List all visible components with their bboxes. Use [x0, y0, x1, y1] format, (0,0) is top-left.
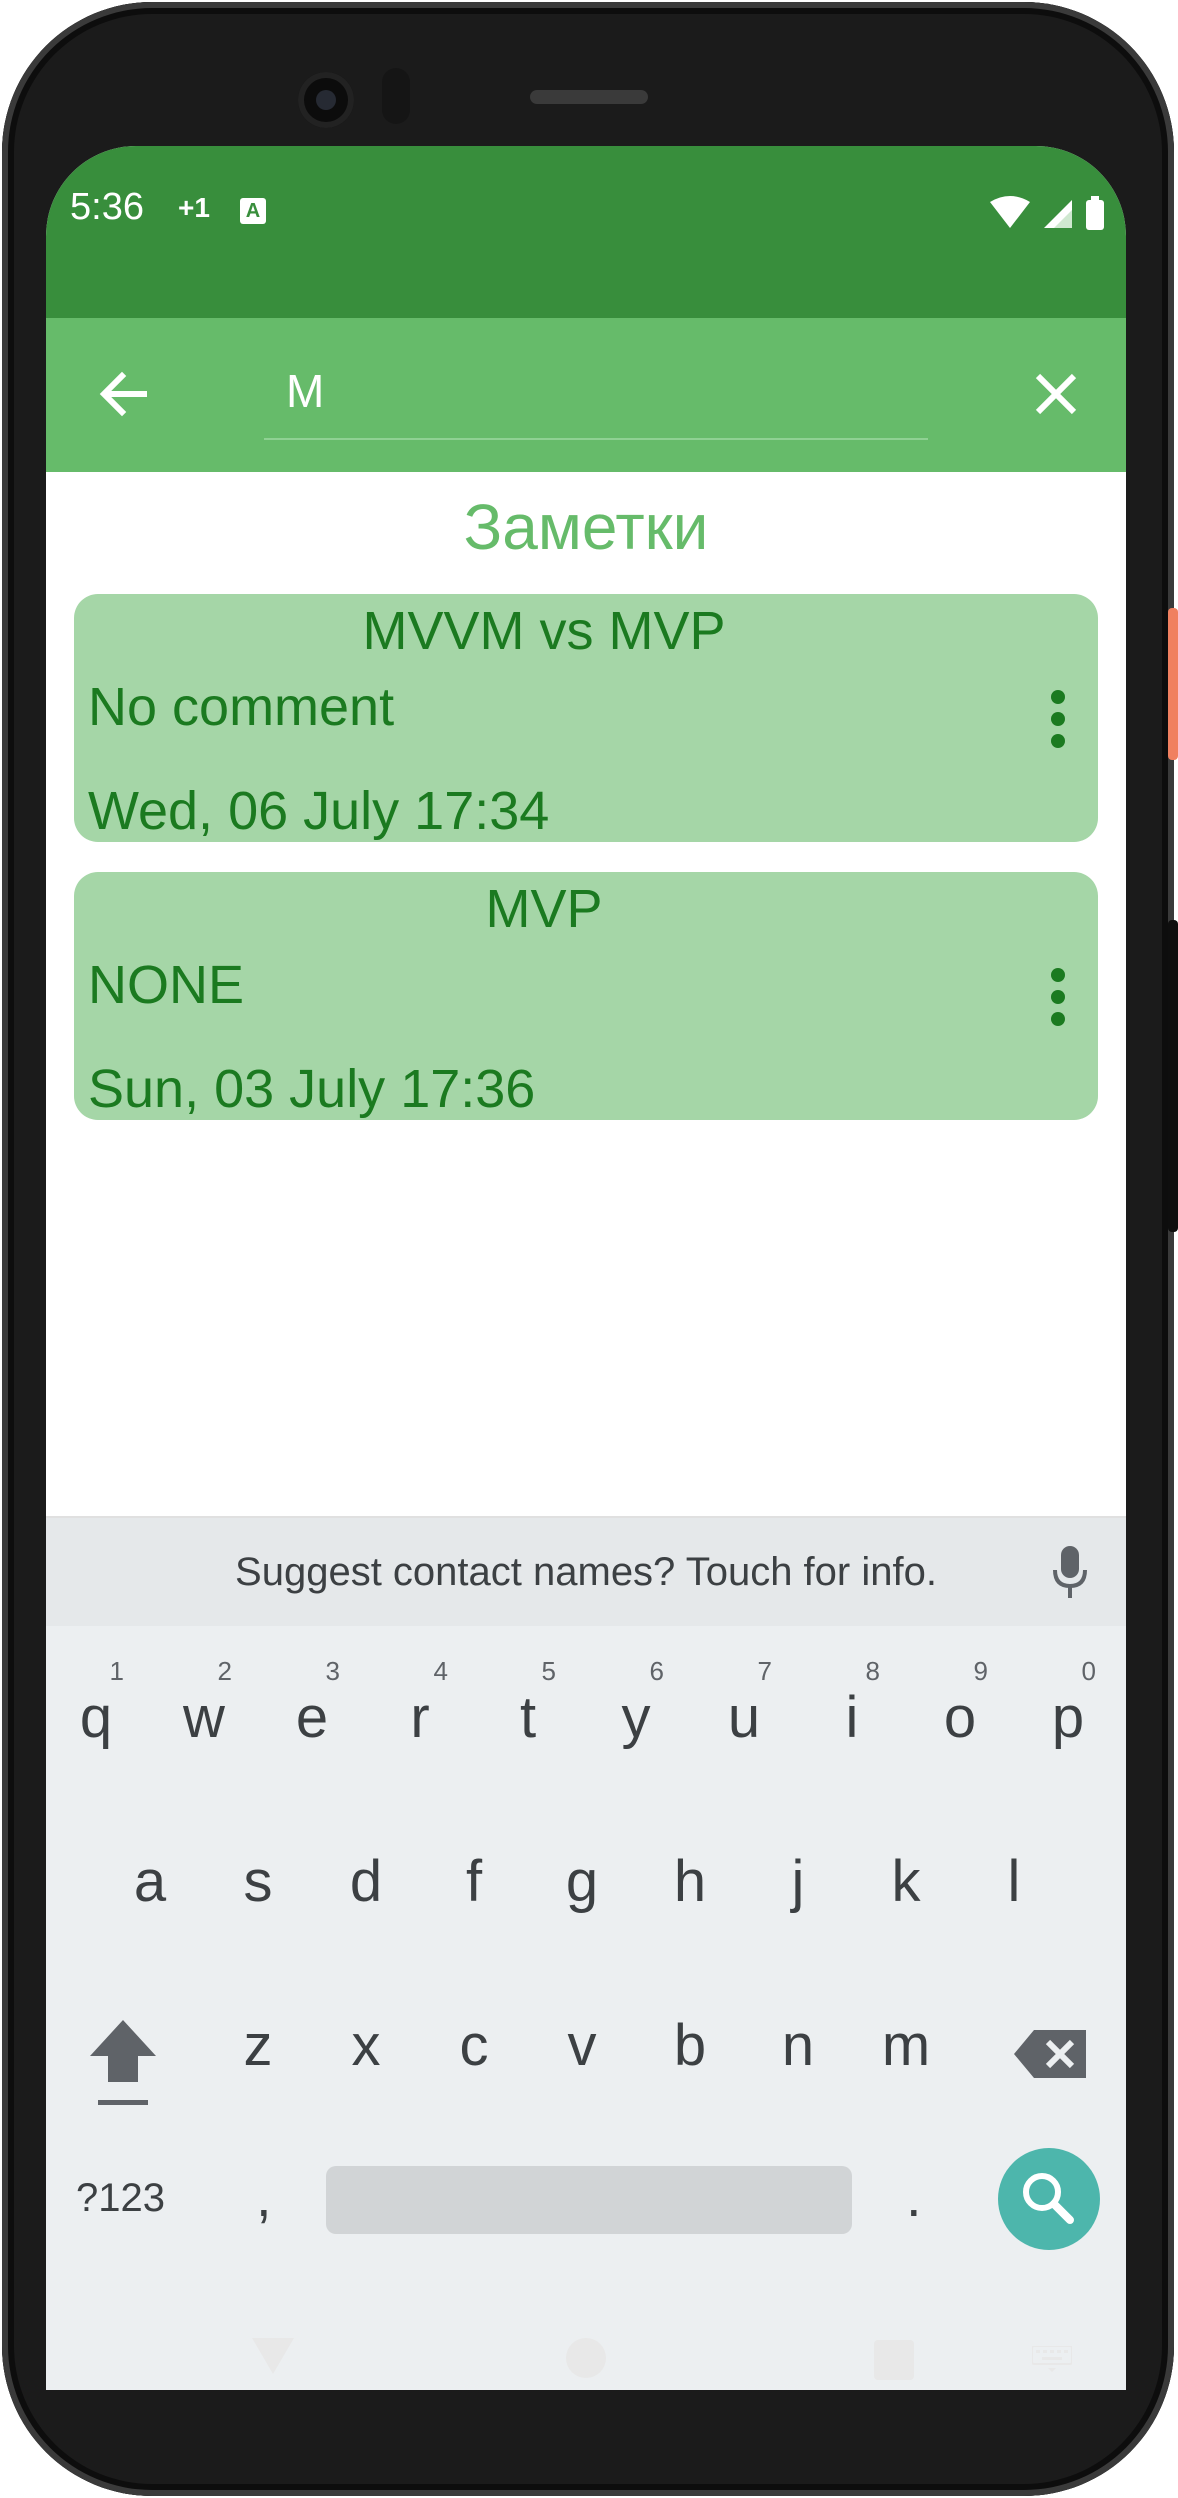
- comma-key[interactable]: ,: [256, 2164, 272, 2229]
- note-title: MVP: [485, 879, 603, 939]
- page-title: Заметки: [463, 491, 709, 563]
- search-key[interactable]: [998, 2148, 1100, 2250]
- key-y[interactable]: y6: [588, 1640, 684, 1780]
- shift-key[interactable]: [80, 2012, 166, 2112]
- volume-button: [1168, 920, 1178, 1232]
- note-title: MVVM vs MVP: [362, 601, 726, 661]
- key-u[interactable]: u7: [696, 1640, 792, 1780]
- close-button[interactable]: [1024, 362, 1088, 426]
- nav-back-icon[interactable]: [250, 2336, 296, 2376]
- note-card[interactable]: MVP NONE Sun, 03 July 17:36: [74, 872, 1098, 1120]
- nav-recents-icon[interactable]: [874, 2340, 914, 2380]
- status-icons: [988, 194, 1106, 236]
- mic-icon[interactable]: [1052, 1546, 1088, 1600]
- key-e[interactable]: e3: [264, 1640, 360, 1780]
- status-time: 5:36: [70, 186, 144, 228]
- soft-keyboard: Suggest contact names? Touch for info. q…: [46, 1516, 1126, 2390]
- note-date: Wed, 06 July 17:34: [88, 781, 550, 841]
- key-p[interactable]: p0: [1020, 1640, 1116, 1780]
- key-o[interactable]: o9: [912, 1640, 1008, 1780]
- key-i[interactable]: i8: [804, 1640, 900, 1780]
- note-comment: NONE: [88, 955, 245, 1015]
- more-vert-icon[interactable]: [1038, 968, 1078, 1032]
- suggestion-bar[interactable]: Suggest contact names? Touch for info.: [46, 1516, 1126, 1626]
- power-button: [1168, 608, 1178, 760]
- key-m[interactable]: m: [858, 1968, 954, 2108]
- key-d[interactable]: d: [318, 1804, 414, 1944]
- key-s[interactable]: s: [210, 1804, 306, 1944]
- symbols-key[interactable]: ?123: [76, 2176, 165, 2221]
- key-j[interactable]: j: [750, 1804, 846, 1944]
- proximity-sensor: [382, 68, 410, 124]
- key-w[interactable]: w2: [156, 1640, 252, 1780]
- key-c[interactable]: c: [426, 1968, 522, 2108]
- key-x[interactable]: x: [318, 1968, 414, 2108]
- close-icon: [1035, 373, 1077, 415]
- suggestion-text: Suggest contact names? Touch for info.: [235, 1550, 937, 1594]
- search-input[interactable]: [264, 344, 928, 440]
- key-r[interactable]: r4: [372, 1640, 468, 1780]
- space-key[interactable]: [326, 2166, 852, 2234]
- search-icon: [1023, 2173, 1074, 2224]
- period-key[interactable]: .: [906, 2164, 922, 2229]
- backspace-key[interactable]: [1012, 2024, 1092, 2084]
- back-button[interactable]: [92, 362, 156, 426]
- backspace-icon: [1014, 2030, 1086, 2078]
- wifi-signal-battery-icon: [990, 196, 1104, 230]
- arrow-left-icon: [99, 371, 147, 417]
- key-l[interactable]: l: [966, 1804, 1062, 1944]
- keyboard-switch-icon[interactable]: [1032, 2346, 1072, 2372]
- key-n[interactable]: n: [750, 1968, 846, 2108]
- key-a[interactable]: a: [102, 1804, 198, 1944]
- key-v[interactable]: v: [534, 1968, 630, 2108]
- key-g[interactable]: g: [534, 1804, 630, 1944]
- front-camera: [298, 72, 354, 128]
- note-date: Sun, 03 July 17:36: [88, 1059, 536, 1119]
- key-q[interactable]: q1: [48, 1640, 144, 1780]
- shift-icon: [90, 2020, 156, 2105]
- nav-home-icon[interactable]: [566, 2338, 606, 2378]
- status-extra: +1: [178, 192, 210, 223]
- notification-icon: A: [240, 198, 266, 224]
- key-b[interactable]: b: [642, 1968, 738, 2108]
- more-vert-icon[interactable]: [1038, 690, 1078, 754]
- status-bar: 5:36 +1 A: [46, 146, 1126, 318]
- key-h[interactable]: h: [642, 1804, 738, 1944]
- search-toolbar: [46, 318, 1126, 472]
- screen: 5:36 +1 A Заметки MVVM vs MVP: [46, 146, 1126, 2390]
- note-card[interactable]: MVVM vs MVP No comment Wed, 06 July 17:3…: [74, 594, 1098, 842]
- key-k[interactable]: k: [858, 1804, 954, 1944]
- navigation-bar: [46, 2300, 1126, 2422]
- key-z[interactable]: z: [210, 1968, 306, 2108]
- key-f[interactable]: f: [426, 1804, 522, 1944]
- key-t[interactable]: t5: [480, 1640, 576, 1780]
- earpiece-speaker: [530, 90, 648, 104]
- note-comment: No comment: [88, 677, 395, 737]
